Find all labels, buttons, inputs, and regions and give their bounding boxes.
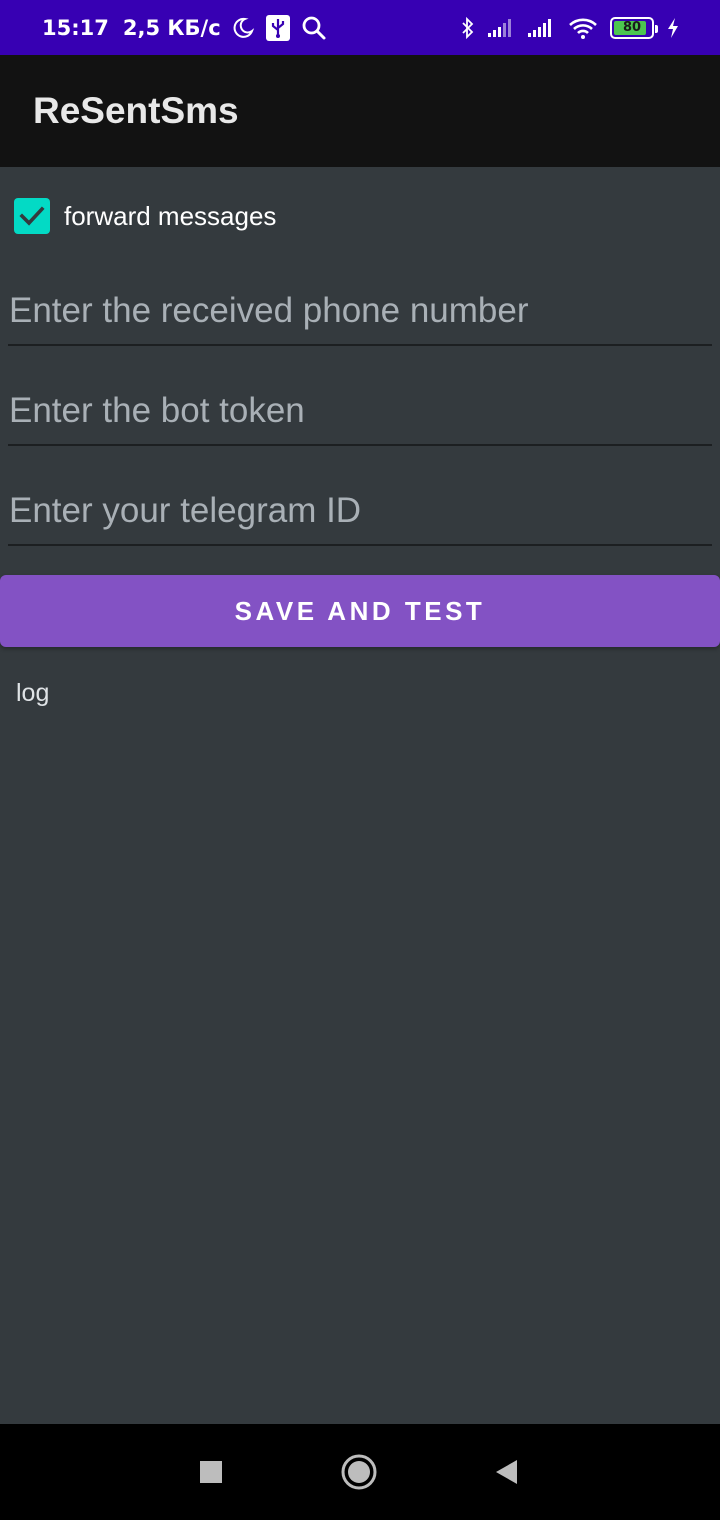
- status-time: 15:17: [42, 15, 109, 40]
- navigation-bar: [0, 1424, 720, 1520]
- bot-token-field: [8, 386, 712, 446]
- telegram-id-field: [8, 486, 712, 546]
- square-icon: [200, 1461, 222, 1483]
- app-title: ReSentSms: [33, 90, 239, 131]
- telegram-id-input[interactable]: [8, 486, 712, 544]
- checkmark-icon: [19, 206, 45, 226]
- signal-icon: [488, 17, 516, 39]
- charging-icon: [666, 17, 680, 39]
- usb-icon: [265, 14, 291, 42]
- moon-icon: [231, 16, 255, 40]
- status-right: 80: [460, 16, 680, 40]
- main-content: forward messages SAVE AND TEST log: [0, 167, 720, 1424]
- phone-number-field: [8, 286, 712, 346]
- search-icon: [301, 15, 327, 41]
- checkbox-checked-box[interactable]: [14, 198, 50, 234]
- status-network-speed: 2,5 КБ/с: [122, 15, 221, 40]
- save-and-test-button[interactable]: SAVE AND TEST: [0, 575, 720, 647]
- phone-number-input[interactable]: [8, 286, 712, 344]
- bot-token-input[interactable]: [8, 386, 712, 444]
- wifi-icon: [568, 16, 598, 40]
- status-left: 15:17 2,5 КБ/с: [42, 14, 327, 42]
- back-triangle-icon: [496, 1460, 517, 1484]
- home-button[interactable]: [334, 1424, 384, 1520]
- bluetooth-icon: [460, 16, 476, 40]
- log-text: log: [16, 679, 50, 707]
- recent-apps-button[interactable]: [186, 1424, 236, 1520]
- battery-level: 80: [622, 20, 642, 35]
- forward-messages-checkbox[interactable]: forward messages: [14, 198, 276, 234]
- forward-messages-label: forward messages: [64, 200, 277, 231]
- back-button[interactable]: [482, 1424, 532, 1520]
- circle-icon: [341, 1454, 377, 1490]
- app-bar: ReSentSms: [0, 55, 720, 167]
- battery-icon: 80: [610, 16, 658, 39]
- signal-icon: [528, 17, 556, 39]
- status-bar: 15:17 2,5 КБ/с 80: [0, 0, 720, 55]
